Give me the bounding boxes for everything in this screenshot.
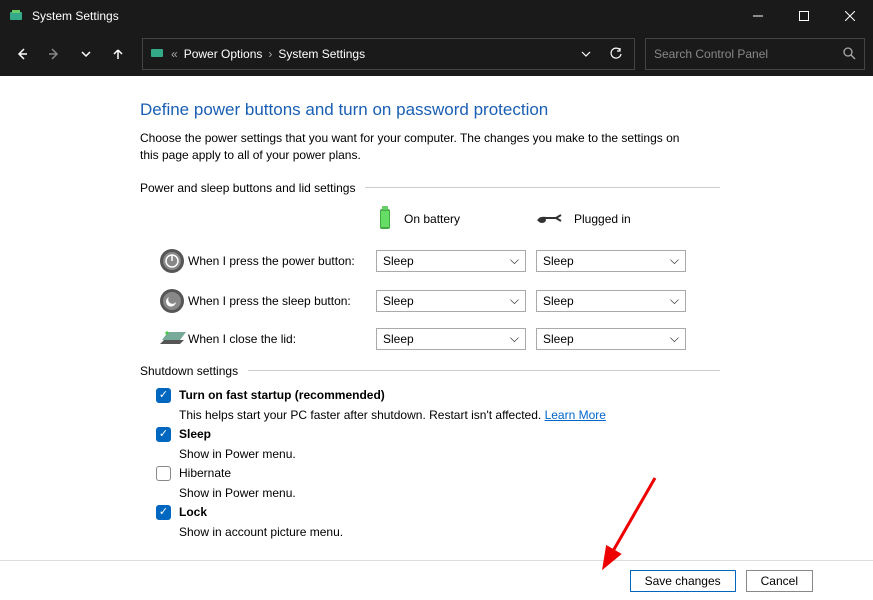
breadcrumb-system-settings[interactable]: System Settings bbox=[278, 47, 365, 61]
power-button-plugged-select[interactable]: Sleep⌵ bbox=[536, 250, 686, 272]
lock-item: Lock bbox=[156, 505, 720, 520]
close-button[interactable] bbox=[827, 0, 873, 32]
breadcrumb-power-options[interactable]: Power Options bbox=[184, 47, 263, 61]
section-shutdown-header: Shutdown settings bbox=[140, 364, 720, 378]
col-on-battery-label: On battery bbox=[404, 212, 460, 226]
address-bar[interactable]: « Power Options › System Settings bbox=[142, 38, 635, 70]
row-power-button-label: When I press the power button: bbox=[188, 254, 376, 268]
section-shutdown-label: Shutdown settings bbox=[140, 364, 238, 378]
row-close-lid: When I close the lid: Sleep⌵ Sleep⌵ bbox=[156, 328, 720, 350]
maximize-button[interactable] bbox=[781, 0, 827, 32]
hibernate-checkbox[interactable] bbox=[156, 466, 171, 481]
chevron-down-icon: ⌵ bbox=[510, 331, 519, 346]
forward-button[interactable] bbox=[40, 40, 68, 68]
sleep-sub: Show in Power menu. bbox=[179, 447, 720, 461]
search-input[interactable] bbox=[654, 47, 842, 61]
navigation-bar: « Power Options › System Settings bbox=[0, 32, 873, 76]
row-power-button: When I press the power button: Sleep⌵ Sl… bbox=[156, 248, 720, 274]
fast-startup-sub: This helps start your PC faster after sh… bbox=[179, 408, 720, 422]
chevron-down-icon: ⌵ bbox=[670, 331, 679, 346]
fast-startup-item: Turn on fast startup (recommended) bbox=[156, 388, 720, 403]
fast-startup-checkbox[interactable] bbox=[156, 388, 171, 403]
sleep-button-plugged-select[interactable]: Sleep⌵ bbox=[536, 290, 686, 312]
address-icon bbox=[149, 45, 165, 64]
learn-more-link[interactable]: Learn More bbox=[545, 408, 606, 422]
page-title: Define power buttons and turn on passwor… bbox=[140, 100, 720, 120]
back-button[interactable] bbox=[8, 40, 36, 68]
chevron-down-icon: ⌵ bbox=[510, 253, 519, 268]
column-headers: On battery Plugged in bbox=[376, 205, 720, 234]
refresh-button[interactable] bbox=[604, 42, 628, 66]
hibernate-title: Hibernate bbox=[179, 466, 231, 480]
chevron-down-icon: ⌵ bbox=[510, 293, 519, 308]
breadcrumb-sep-icon: « bbox=[171, 47, 178, 61]
search-box[interactable] bbox=[645, 38, 865, 70]
window-title: System Settings bbox=[32, 9, 735, 23]
lock-title: Lock bbox=[179, 505, 207, 519]
minimize-button[interactable] bbox=[735, 0, 781, 32]
power-button-icon bbox=[156, 248, 188, 274]
sleep-item: Sleep bbox=[156, 427, 720, 442]
sleep-button-battery-select[interactable]: Sleep⌵ bbox=[376, 290, 526, 312]
chevron-down-icon: ⌵ bbox=[670, 253, 679, 268]
search-icon[interactable] bbox=[842, 46, 856, 63]
chevron-down-icon: ⌵ bbox=[670, 293, 679, 308]
sleep-title: Sleep bbox=[179, 427, 211, 441]
battery-icon bbox=[376, 205, 394, 234]
content-area: Define power buttons and turn on passwor… bbox=[0, 76, 873, 560]
title-bar: System Settings bbox=[0, 0, 873, 32]
lock-checkbox[interactable] bbox=[156, 505, 171, 520]
lid-icon bbox=[156, 328, 188, 350]
lid-battery-select[interactable]: Sleep⌵ bbox=[376, 328, 526, 350]
save-changes-button[interactable]: Save changes bbox=[630, 570, 736, 592]
chevron-right-icon: › bbox=[268, 47, 272, 61]
recent-button[interactable] bbox=[72, 40, 100, 68]
power-button-battery-select[interactable]: Sleep⌵ bbox=[376, 250, 526, 272]
sleep-checkbox[interactable] bbox=[156, 427, 171, 442]
row-close-lid-label: When I close the lid: bbox=[188, 332, 376, 346]
lock-sub: Show in account picture menu. bbox=[179, 525, 720, 539]
address-dropdown-button[interactable] bbox=[574, 42, 598, 66]
col-plugged-in: Plugged in bbox=[536, 205, 696, 234]
section-power-sleep-label: Power and sleep buttons and lid settings bbox=[140, 181, 355, 195]
app-icon bbox=[8, 8, 24, 24]
hibernate-sub: Show in Power menu. bbox=[179, 486, 720, 500]
footer-bar: Save changes Cancel bbox=[0, 560, 873, 600]
fast-startup-title: Turn on fast startup (recommended) bbox=[179, 388, 385, 402]
col-on-battery: On battery bbox=[376, 205, 536, 234]
up-button[interactable] bbox=[104, 40, 132, 68]
sleep-button-icon bbox=[156, 288, 188, 314]
cancel-button[interactable]: Cancel bbox=[746, 570, 813, 592]
hibernate-item: Hibernate bbox=[156, 466, 720, 481]
shutdown-settings: Turn on fast startup (recommended) This … bbox=[156, 388, 720, 539]
row-sleep-button-label: When I press the sleep button: bbox=[188, 294, 376, 308]
row-sleep-button: When I press the sleep button: Sleep⌵ Sl… bbox=[156, 288, 720, 314]
col-plugged-in-label: Plugged in bbox=[574, 212, 631, 226]
section-power-sleep-header: Power and sleep buttons and lid settings bbox=[140, 181, 720, 195]
lid-plugged-select[interactable]: Sleep⌵ bbox=[536, 328, 686, 350]
page-description: Choose the power settings that you want … bbox=[140, 130, 700, 165]
plug-icon bbox=[536, 211, 564, 228]
